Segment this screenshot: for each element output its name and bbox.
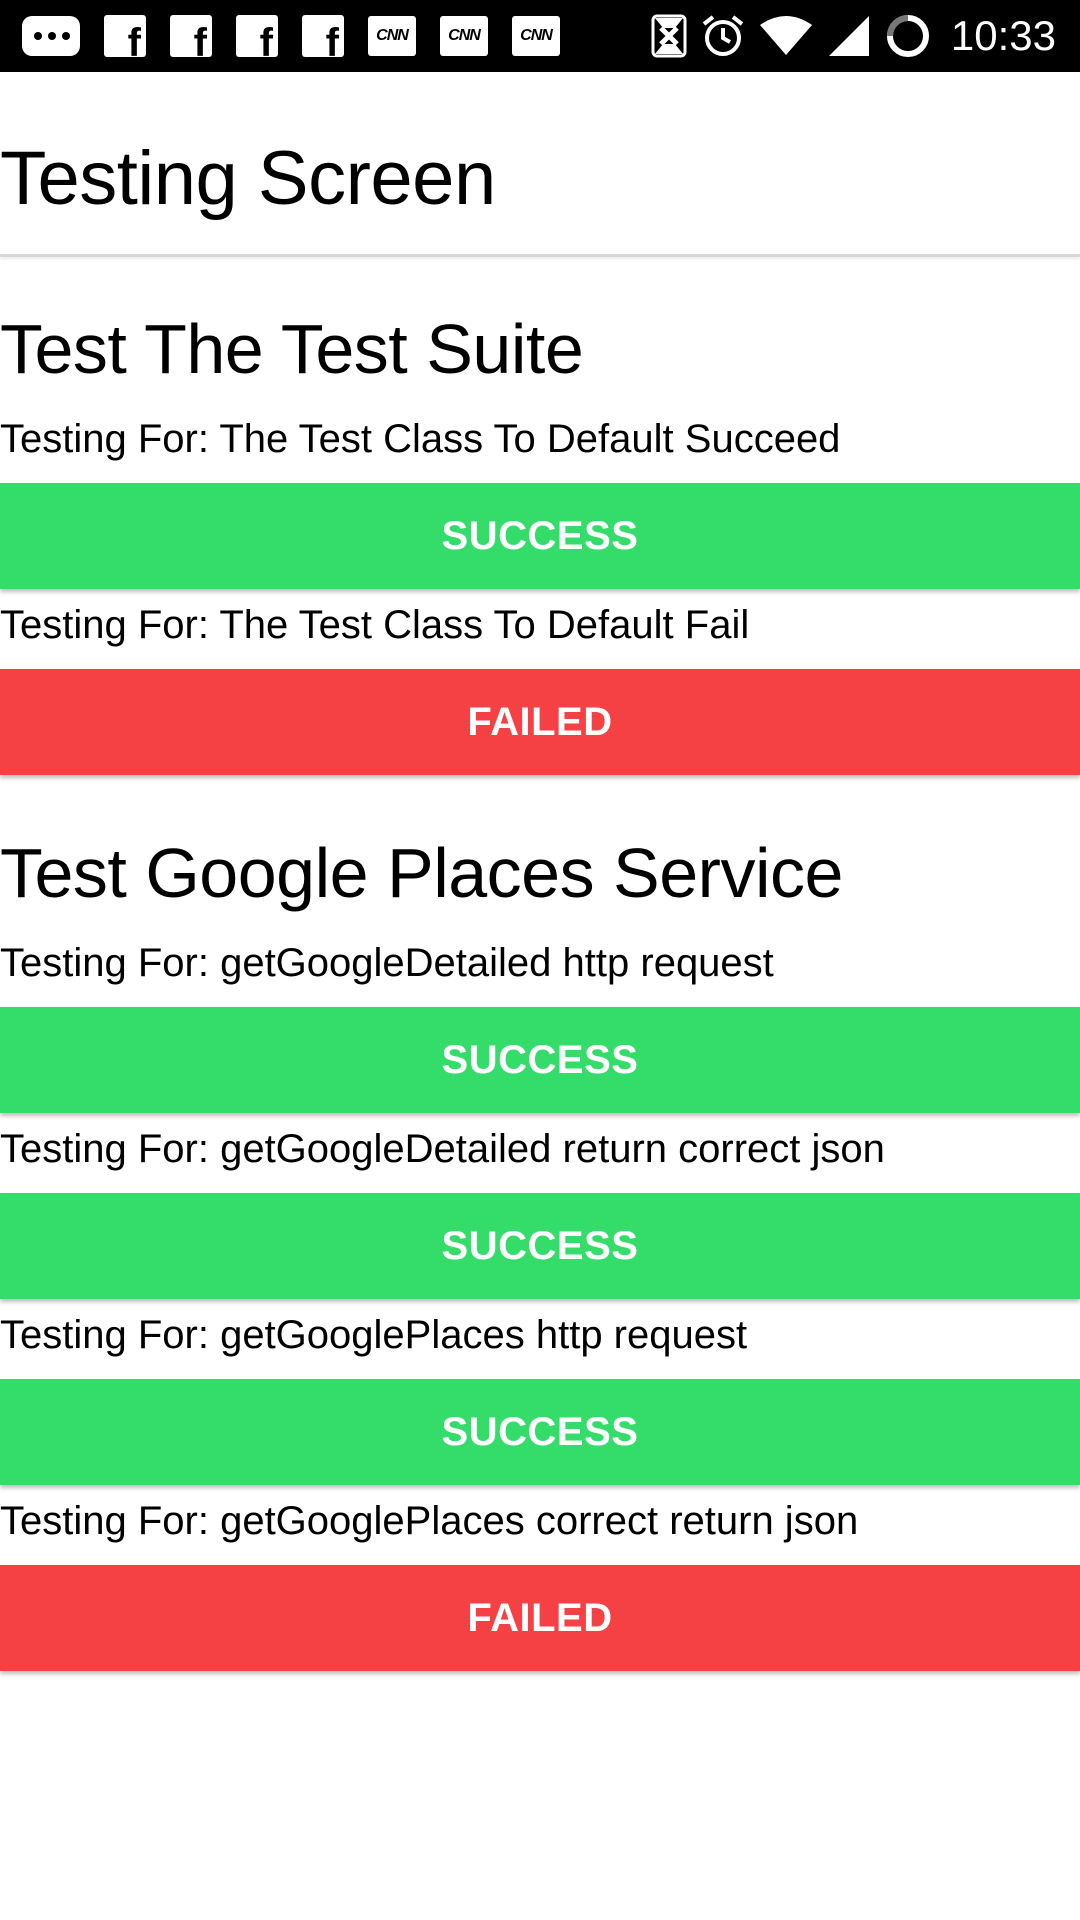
section-google-places-service: Test Google Places Service Testing For: …: [0, 831, 1080, 1671]
message-icon: [22, 16, 80, 56]
section-title: Test The Test Suite: [0, 310, 584, 388]
alarm-icon: [701, 14, 745, 58]
test-label: Testing For: getGooglePlaces http reques…: [0, 1313, 748, 1357]
section-title: Test Google Places Service: [0, 834, 843, 912]
cnn-icon: CNN: [368, 16, 416, 56]
wifi-icon: [759, 15, 813, 57]
sync-icon: [651, 14, 687, 58]
signal-icon: [827, 14, 871, 58]
success-result-button[interactable]: SUCCESS: [0, 1007, 1080, 1113]
test-item: Testing For: The Test Class To Default S…: [0, 413, 1080, 589]
test-label: Testing For: getGooglePlaces correct ret…: [0, 1499, 859, 1543]
test-label: Testing For: The Test Class To Default F…: [0, 603, 750, 647]
test-label: Testing For: The Test Class To Default S…: [0, 417, 841, 461]
cnn-icon: CNN: [440, 16, 488, 56]
failed-result-button[interactable]: FAILED: [0, 669, 1080, 775]
notification-icons: f f f f CNN CNN CNN: [22, 12, 584, 60]
test-item: Testing For: getGoogleDetailed http requ…: [0, 937, 1080, 1113]
test-item: Testing For: getGooglePlaces correct ret…: [0, 1495, 1080, 1671]
success-result-button[interactable]: SUCCESS: [0, 1379, 1080, 1485]
test-label: Testing For: getGoogleDetailed http requ…: [0, 941, 774, 985]
system-icons: 10:33: [651, 10, 1056, 62]
clock: 10:33: [950, 12, 1056, 59]
test-item: Testing For: The Test Class To Default F…: [0, 599, 1080, 775]
cnn-icon: CNN: [512, 16, 560, 56]
app-bar: Testing Screen: [0, 72, 1080, 257]
test-label: Testing For: getGoogleDetailed return co…: [0, 1127, 885, 1171]
test-results-list: Test The Test Suite Testing For: The Tes…: [0, 257, 1080, 1671]
facebook-icon: f: [104, 15, 146, 57]
facebook-icon: f: [302, 15, 344, 57]
failed-result-button[interactable]: FAILED: [0, 1565, 1080, 1671]
test-item: Testing For: getGoogleDetailed return co…: [0, 1123, 1080, 1299]
success-result-button[interactable]: SUCCESS: [0, 483, 1080, 589]
facebook-icon: f: [170, 15, 212, 57]
loading-icon: [885, 13, 931, 59]
status-bar: f f f f CNN CNN CNN 10:33: [0, 0, 1080, 72]
facebook-icon: f: [236, 15, 278, 57]
success-result-button[interactable]: SUCCESS: [0, 1193, 1080, 1299]
section-test-suite: Test The Test Suite Testing For: The Tes…: [0, 307, 1080, 775]
test-item: Testing For: getGooglePlaces http reques…: [0, 1309, 1080, 1485]
page-title: Testing Screen: [0, 136, 496, 221]
